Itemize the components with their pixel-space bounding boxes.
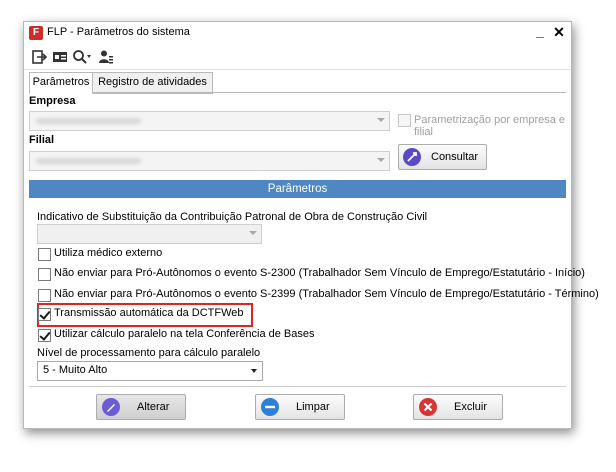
search-icon[interactable] [72,49,92,65]
per-company-checkbox-label: Parametrização por empresa e filial [414,114,566,138]
chevron-down-icon [249,231,257,235]
title-bar: F FLP - Parâmetros do sistema _ ✕ [24,22,571,44]
edit-icon [102,398,120,416]
checkbox-s2399[interactable] [38,289,51,302]
chevron-down-icon [377,118,385,122]
consultar-button-label: Consultar [431,151,479,163]
checkbox-calculo-paralelo-label: Utilizar cálculo paralelo na tela Confer… [54,328,315,340]
toolbar-separator [24,69,571,70]
filial-label: Filial [29,134,55,146]
checkbox-s2300-label: Não enviar para Pró-Autônomos o evento S… [54,267,585,279]
chevron-down-icon [377,158,385,162]
empresa-label: Empresa [29,95,76,107]
filial-select[interactable] [29,151,390,171]
checkbox-medico-externo-label: Utiliza médico externo [54,247,163,259]
checkbox-dctfweb[interactable] [38,308,51,321]
clear-icon [261,398,279,416]
substitution-label: Indicativo de Substituição da Contribuiç… [37,211,428,223]
checkbox-calculo-paralelo[interactable] [38,329,51,342]
empresa-value-redacted [36,118,141,124]
exit-icon[interactable] [31,49,47,65]
chevron-down-icon [251,369,257,373]
processing-level-value: 5 - Muito Alto [43,364,108,376]
consultar-button[interactable]: Consultar [398,144,487,170]
empresa-select[interactable] [29,111,390,131]
excluir-button-label: Excluir [454,401,488,413]
minimize-button[interactable]: _ [532,23,548,41]
delete-icon [419,398,437,416]
checkbox-medico-externo[interactable] [38,248,51,261]
filial-value-redacted [36,158,141,164]
checkbox-s2399-label: Não enviar para Pró-Autônomos o evento S… [54,288,599,300]
window-title: FLP - Parâmetros do sistema [47,26,190,38]
tab-parametros[interactable]: Parâmetros [29,72,93,94]
settings-window: F FLP - Parâmetros do sistema _ ✕ Parâme… [23,21,599,429]
footer-separator [29,386,566,387]
checkbox-s2300[interactable] [38,268,51,281]
toolbar [24,45,571,69]
limpar-button[interactable]: Limpar [255,394,345,420]
alterar-button-label: Alterar [137,401,170,413]
card-icon[interactable] [52,49,68,65]
limpar-button-label: Limpar [296,401,330,413]
processing-level-select[interactable]: 5 - Muito Alto [37,361,263,381]
processing-level-label: Nível de processamento para cálculo para… [37,347,261,359]
alterar-button[interactable]: Alterar [96,394,186,420]
excluir-button[interactable]: Excluir [413,394,503,420]
substitution-select[interactable] [37,224,262,244]
checkbox-dctfweb-label: Transmissão automática da DCTFWeb [54,307,244,319]
consult-icon [403,148,421,166]
close-button[interactable]: ✕ [551,23,567,41]
per-company-checkbox[interactable] [398,114,411,127]
user-icon[interactable] [98,49,114,65]
tab-strip-line [29,92,566,93]
app-icon: F [29,26,43,40]
tab-registro-atividades[interactable]: Registro de atividades [92,72,213,94]
section-header-parametros: Parâmetros [29,180,566,198]
